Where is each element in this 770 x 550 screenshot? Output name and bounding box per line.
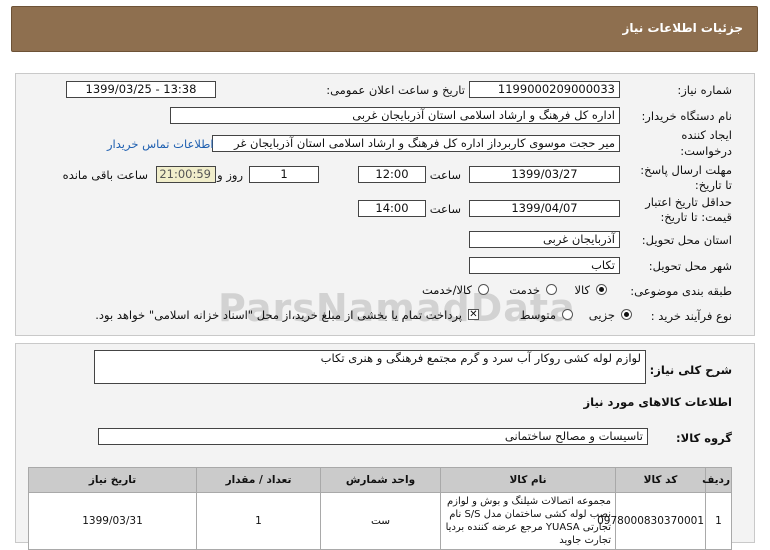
province-label: استان محل تحویل: [641,233,732,247]
summary-label: شرح کلی نیاز: [649,363,732,377]
process-radio-minor[interactable] [621,309,632,320]
deadline-time-field[interactable]: 12:00 [358,166,426,183]
cell-date: 1399/03/31 [28,492,197,550]
goods-section-title: اطلاعات کالاهای مورد نیاز [583,395,732,409]
col-unit: واحد شمارش [320,467,441,493]
cell-qty: 1 [196,492,321,550]
deadline-time-label: ساعت [429,168,461,182]
col-code: کد کالا [615,467,706,493]
goods-group-label: گروه کالا: [676,431,732,445]
validity-time-field[interactable]: 14:00 [358,200,426,217]
col-name: نام کالا [440,467,616,493]
announce-label: تاریخ و ساعت اعلان عمومی: [326,83,465,97]
table-header-row: ردیف کد کالا نام کالا واحد شمارش تعداد /… [28,467,732,493]
remaining-timer: 21:00:59 [156,166,216,183]
summary-field[interactable]: لوازم لوله کشی روکار آب سرد و گرم مجتمع … [94,350,646,384]
contact-buyer-link[interactable]: اطلاعات تماس خریدار [107,137,214,151]
category-label: طبقه بندی موضوعی: [630,284,732,298]
page-header: جزئیات اطلاعات نیاز [11,6,758,52]
need-number-label: شماره نیاز: [677,83,732,97]
col-qty: تعداد / مقدار [196,467,321,493]
col-row: ردیف [702,467,732,493]
cell-code: 0978000830370001 [597,492,706,550]
validity-time-label: ساعت [429,202,461,216]
category-radio-goods[interactable] [596,284,607,295]
category-radio-goods-service[interactable] [478,284,489,295]
payment-note: پرداخت تمام یا بخشی از مبلغ خرید،از محل … [95,308,462,322]
validity-label-2: قیمت: تا تاریخ: [660,210,732,224]
process-label: نوع فرآیند خرید : [650,309,732,323]
cell-name: مجموعه اتصالات شیلنگ و بوش و لوازم نصب ل… [440,492,616,550]
goods-table: ردیف کد کالا نام کالا واحد شمارش تعداد /… [28,467,732,550]
deadline-label-2: تا تاریخ: [694,178,732,192]
category-radio-service[interactable] [546,284,557,295]
need-number-field[interactable]: 1199000209000033 [469,81,620,98]
process-radio-medium[interactable] [562,309,573,320]
process-option-minor: جزیی [588,308,615,322]
page-title: جزئیات اطلاعات نیاز [622,21,743,35]
payment-checkbox[interactable]: ✕ [468,309,479,320]
days-label: روز و [217,168,243,182]
creator-label-1: ایجاد کننده [681,128,732,142]
buyer-field[interactable]: اداره کل فرهنگ و ارشاد اسلامی استان آذرب… [170,107,620,124]
province-field[interactable]: آذربایجان غربی [469,231,620,248]
goods-group-field[interactable]: تاسیسات و مصالح ساختمانی [98,428,648,445]
creator-field[interactable]: میر حجت موسوی کاربرداز اداره کل فرهنگ و … [212,135,620,152]
category-option-service: خدمت [509,283,540,297]
buyer-label: نام دستگاه خریدار: [641,109,732,123]
category-option-goods: کالا [574,283,590,297]
announce-field[interactable]: 1399/03/25 - 13:38 [66,81,216,98]
deadline-date-field[interactable]: 1399/03/27 [469,166,620,183]
col-date: تاریخ نیاز [28,467,197,493]
days-field[interactable]: 1 [249,166,319,183]
city-field[interactable]: تکاب [469,257,620,274]
deadline-label-1: مهلت ارسال پاسخ: [640,163,732,177]
remaining-label: ساعت باقی مانده [62,168,148,182]
city-label: شهر محل تحویل: [648,259,732,273]
table-row[interactable]: 1 0978000830370001 مجموعه اتصالات شیلنگ … [28,492,732,550]
validity-date-field[interactable]: 1399/04/07 [469,200,620,217]
process-option-medium: متوسط [519,308,556,322]
validity-label-1: حداقل تاریخ اعتبار [645,195,732,209]
category-option-goods-service: کالا/خدمت [421,283,472,297]
cell-row: 1 [705,492,732,550]
cell-unit: ست [320,492,441,550]
creator-label-2: درخواست: [680,144,732,158]
